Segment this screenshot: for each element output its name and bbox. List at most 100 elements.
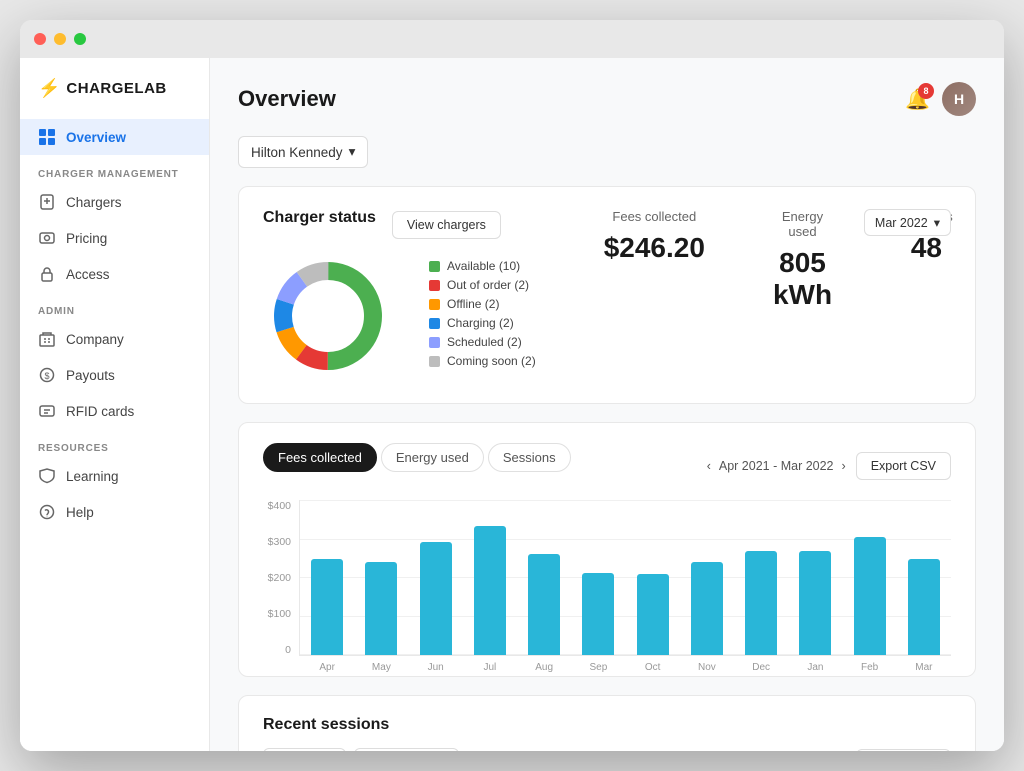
tab-fees-collected[interactable]: Fees collected: [263, 443, 377, 472]
charger-filter-button[interactable]: Charger ▾: [263, 748, 346, 751]
bar: [691, 562, 723, 655]
date-filter-button[interactable]: 📅 Last week: [354, 748, 458, 751]
sidebar-item-company[interactable]: Company: [20, 321, 209, 357]
logo-text: CHARGELAB: [66, 80, 166, 97]
sessions-export-button[interactable]: Export CSV: [856, 749, 951, 751]
y-100: $100: [263, 608, 291, 620]
help-icon: [38, 503, 56, 521]
sessions-filters: Charger ▾ 📅 Last week: [263, 748, 459, 751]
main-content: Overview 🔔 8 H Hilton Kennedy ▾: [210, 58, 1004, 751]
charger-date-filter[interactable]: Mar 2022 ▾: [864, 209, 951, 236]
legend-scheduled-label: Scheduled (2): [447, 335, 522, 349]
bar-label: Aug: [535, 662, 553, 673]
stat-fees: Fees collected $246.20: [604, 209, 705, 264]
maximize-dot[interactable]: [74, 33, 86, 45]
company-icon: [38, 330, 56, 348]
bar-group: Jul: [463, 500, 517, 655]
stat-energy: Energy used 805 kWh: [773, 209, 832, 311]
bar: [420, 542, 452, 655]
bar-chart-container: $400 $300 $200 $100 0: [263, 500, 951, 656]
recent-sessions-card: Recent sessions Charger ▾ 📅 Last week Ex…: [238, 695, 976, 751]
view-chargers-button[interactable]: View chargers: [392, 211, 501, 239]
sidebar-item-pricing[interactable]: Pricing: [20, 220, 209, 256]
bar-group: Oct: [626, 500, 680, 655]
page-title: Overview: [238, 86, 336, 112]
sidebar-item-payouts[interactable]: $ Payouts: [20, 357, 209, 393]
y-400: $400: [263, 500, 291, 512]
bar-label: Mar: [915, 662, 932, 673]
chart-card: Fees collected Energy used Sessions ‹ Ap…: [238, 422, 976, 677]
tab-energy-used[interactable]: Energy used: [381, 443, 484, 472]
access-icon: [38, 265, 56, 283]
bar-group: Dec: [734, 500, 788, 655]
charger-status-header: Charger status View chargers: [263, 209, 536, 241]
sidebar-overview-label: Overview: [66, 130, 126, 145]
offline-color: [429, 299, 440, 310]
avatar-placeholder: H: [942, 82, 976, 116]
sidebar-item-chargers[interactable]: Chargers: [20, 184, 209, 220]
close-dot[interactable]: [34, 33, 46, 45]
fees-value: $246.20: [604, 232, 705, 264]
bar-group: Jan: [788, 500, 842, 655]
bar: [365, 562, 397, 655]
energy-value: 805 kWh: [773, 247, 832, 311]
location-dropdown-icon: ▾: [349, 144, 356, 160]
minimize-dot[interactable]: [54, 33, 66, 45]
rfid-label: RFID cards: [66, 404, 134, 419]
learning-icon: [38, 467, 56, 485]
bar-label: May: [372, 662, 391, 673]
sidebar-item-help[interactable]: Help: [20, 494, 209, 530]
legend-outoforder-label: Out of order (2): [447, 278, 529, 292]
legend-comingsoon-label: Coming soon (2): [447, 354, 536, 368]
rfid-icon: [38, 402, 56, 420]
legend-charging-label: Charging (2): [447, 316, 514, 330]
logo-icon: ⚡: [38, 78, 60, 99]
bar: [637, 574, 669, 655]
bar: [799, 551, 831, 655]
bar-label: Dec: [752, 662, 770, 673]
y-200: $200: [263, 572, 291, 584]
bar-group: Mar: [897, 500, 951, 655]
next-period-icon[interactable]: ›: [842, 459, 846, 473]
payouts-icon: $: [38, 366, 56, 384]
chart-tabs: Fees collected Energy used Sessions: [263, 443, 571, 472]
sidebar-item-learning[interactable]: Learning: [20, 458, 209, 494]
legend-item-charging: Charging (2): [429, 316, 536, 330]
legend-item-comingsoon: Coming soon (2): [429, 354, 536, 368]
sidebar-item-rfid[interactable]: RFID cards: [20, 393, 209, 429]
bar-label: Jun: [428, 662, 444, 673]
bar: [528, 554, 560, 655]
sidebar-item-overview[interactable]: Overview: [20, 119, 209, 155]
resources-label: RESOURCES: [20, 429, 209, 458]
app-container: ⚡ CHARGELAB Overview CHARGER MANAGEMENT: [20, 58, 1004, 751]
app-window: ⚡ CHARGELAB Overview CHARGER MANAGEMENT: [20, 20, 1004, 751]
charger-date-chevron: ▾: [934, 215, 940, 230]
chargers-icon: [38, 193, 56, 211]
location-name: Hilton Kennedy: [251, 145, 343, 160]
charger-status-left: Charger status View chargers: [263, 209, 536, 381]
notification-button[interactable]: 🔔 8: [905, 87, 930, 112]
legend-item-available: Available (10): [429, 259, 536, 273]
admin-label: ADMIN: [20, 292, 209, 321]
legend-item-scheduled: Scheduled (2): [429, 335, 536, 349]
bar-group: Aug: [517, 500, 571, 655]
export-csv-button[interactable]: Export CSV: [856, 452, 951, 480]
bar-label: Oct: [645, 662, 661, 673]
legend-available-label: Available (10): [447, 259, 520, 273]
sidebar-item-access[interactable]: Access: [20, 256, 209, 292]
location-selector[interactable]: Hilton Kennedy ▾: [238, 136, 368, 168]
charger-status-title: Charger status: [263, 209, 376, 227]
svg-text:$: $: [44, 371, 49, 381]
logo: ⚡ CHARGELAB: [20, 78, 209, 119]
energy-label: Energy used: [773, 209, 832, 239]
avatar[interactable]: H: [942, 82, 976, 116]
legend-offline-label: Offline (2): [447, 297, 499, 311]
tab-sessions[interactable]: Sessions: [488, 443, 571, 472]
bar-label: Apr: [319, 662, 335, 673]
grid-icon: [38, 128, 56, 146]
prev-period-icon[interactable]: ‹: [707, 459, 711, 473]
charging-color: [429, 318, 440, 329]
chargers-label: Chargers: [66, 195, 122, 210]
bar: [582, 573, 614, 655]
outoforder-color: [429, 280, 440, 291]
